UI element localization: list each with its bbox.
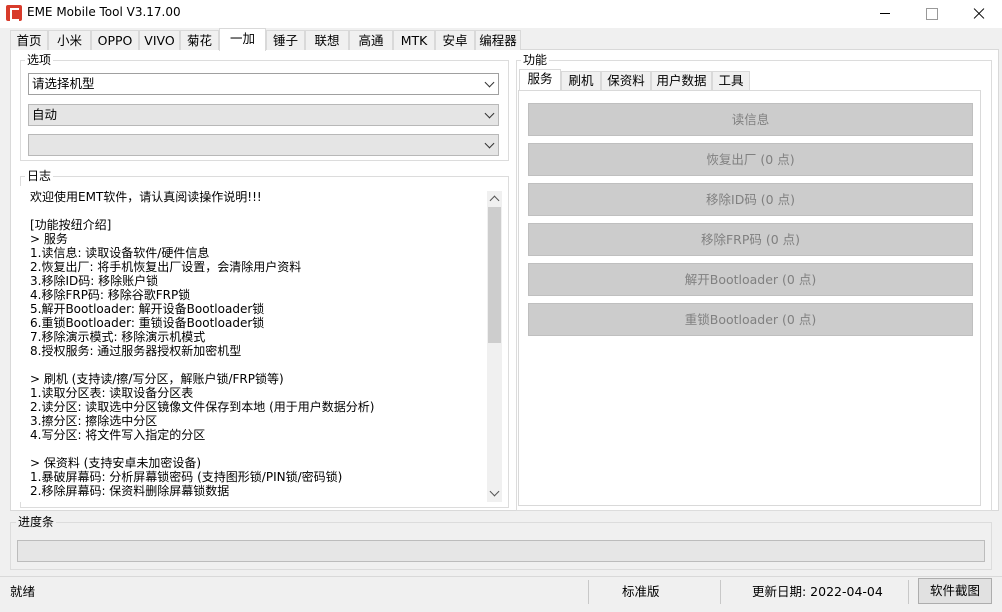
factory-reset-button[interactable]: 恢复出厂 (0 点) [528, 143, 973, 176]
log-line: 7.移除演示模式: 移除演示机模式 [30, 330, 206, 344]
tab-tools[interactable]: 工具 [712, 71, 750, 90]
progress-bar [17, 540, 985, 562]
function-group-label: 功能 [521, 53, 550, 67]
tab-vivo[interactable]: VIVO [139, 30, 180, 50]
model-select[interactable]: 请选择机型 [28, 73, 499, 95]
secondary-select[interactable] [28, 134, 499, 156]
tab-oppo[interactable]: OPPO [91, 30, 139, 50]
tab-service[interactable]: 服务 [519, 69, 561, 91]
log-line: 1.暴破屏幕码: 分析屏幕锁密码 (支持图形锁/PIN锁/密码锁) [30, 470, 343, 484]
log-line: > 服务 [30, 232, 68, 246]
tab-smartisan[interactable]: 锤子 [266, 30, 305, 50]
log-group-label: 日志 [25, 169, 54, 183]
tab-keep-data[interactable]: 保资料 [601, 71, 651, 90]
mode-select-value: 自动 [32, 107, 58, 122]
chevron-down-icon [484, 77, 495, 88]
tab-huawei[interactable]: 菊花 [180, 30, 219, 50]
log-line: 1.读取分区表: 读取设备分区表 [30, 386, 194, 400]
log-line: [功能按纽介绍] [30, 218, 112, 232]
log-line: 2.读分区: 读取选中分区镜像文件保存到本地 (用于用户数据分析) [30, 400, 375, 414]
log-scrollbar[interactable] [487, 191, 502, 502]
remove-id-button[interactable]: 移除ID码 (0 点) [528, 183, 973, 216]
scroll-up-icon[interactable] [487, 191, 502, 207]
status-update-date: 更新日期: 2022-04-04 [752, 584, 883, 599]
screenshot-button[interactable]: 软件截图 [918, 578, 992, 604]
tab-mtk[interactable]: MTK [393, 30, 435, 50]
window-title: EME Mobile Tool V3.17.00 [27, 5, 181, 19]
maximize-button[interactable] [908, 0, 954, 28]
scroll-down-icon[interactable] [487, 486, 502, 502]
close-button[interactable] [955, 0, 1001, 28]
unlock-bootloader-button[interactable]: 解开Bootloader (0 点) [528, 263, 973, 296]
log-line: 4.写分区: 将文件写入指定的分区 [30, 428, 206, 442]
status-divider [908, 580, 909, 604]
tab-programmer[interactable]: 编程器 [475, 30, 521, 50]
status-edition: 标准版 [622, 584, 660, 599]
scrollbar-thumb[interactable] [488, 207, 501, 343]
status-divider [720, 580, 721, 604]
title-bar: EME Mobile Tool V3.17.00 [0, 0, 1002, 28]
progress-label: 进度条 [16, 515, 57, 529]
log-text: 欢迎使用EMT软件，请认真阅读操作说明!!! [功能按纽介绍] > 服务 1.读信息… [30, 190, 480, 500]
status-divider [588, 580, 589, 604]
minimize-button[interactable] [862, 0, 908, 28]
model-select-value: 请选择机型 [32, 76, 95, 91]
tab-user-data[interactable]: 用户数据 [651, 71, 712, 90]
chevron-down-icon [484, 138, 495, 149]
log-textarea[interactable]: 欢迎使用EMT软件，请认真阅读操作说明!!! [功能按纽介绍] > 服务 1.读信息… [20, 186, 507, 502]
options-group-label: 选项 [25, 53, 54, 67]
log-line: 欢迎使用EMT软件，请认真阅读操作说明!!! [30, 190, 262, 204]
log-line: 5.解开Bootloader: 解开设备Bootloader锁 [30, 302, 265, 316]
log-line: 8.授权服务: 通过服务器授权新加密机型 [30, 344, 242, 358]
log-line: 2.移除屏幕码: 保资料删除屏幕锁数据 [30, 484, 230, 498]
app-logo-icon [6, 5, 22, 21]
tab-home[interactable]: 首页 [10, 30, 48, 50]
read-info-button[interactable]: 读信息 [528, 103, 973, 136]
log-line: 6.重锁Bootloader: 重锁设备Bootloader锁 [30, 316, 265, 330]
remove-frp-button[interactable]: 移除FRP码 (0 点) [528, 223, 973, 256]
tab-xiaomi[interactable]: 小米 [48, 30, 91, 50]
tab-flash[interactable]: 刷机 [561, 71, 601, 90]
log-line: > 刷机 (支持读/擦/写分区，解账户锁/FRP锁等) [30, 372, 284, 386]
log-line: 3.擦分区: 擦除选中分区 [30, 414, 158, 428]
tab-oneplus[interactable]: 一加 [219, 28, 266, 51]
tab-android[interactable]: 安卓 [435, 30, 475, 50]
tab-lenovo[interactable]: 联想 [305, 30, 349, 50]
relock-bootloader-button[interactable]: 重锁Bootloader (0 点) [528, 303, 973, 336]
log-line: 1.读信息: 读取设备软件/硬件信息 [30, 246, 210, 260]
log-line: > 保资料 (支持安卓未加密设备) [30, 456, 202, 470]
log-line: 2.恢复出厂: 将手机恢复出厂设置，会清除用户资料 [30, 260, 302, 274]
chevron-down-icon [484, 108, 495, 119]
tab-qualcomm[interactable]: 高通 [349, 30, 393, 50]
log-line: 3.移除ID码: 移除账户锁 [30, 274, 159, 288]
mode-select[interactable]: 自动 [28, 104, 499, 126]
log-line: 4.移除FRP码: 移除谷歌FRP锁 [30, 288, 191, 302]
status-state: 就绪 [10, 584, 36, 599]
